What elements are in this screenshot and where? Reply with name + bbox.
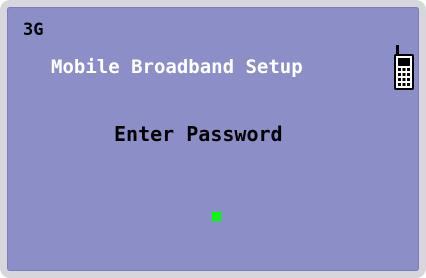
device-screen: 3G Mobile Broadband Setup Enter Password bbox=[7, 7, 419, 271]
screen-title: Mobile Broadband Setup bbox=[51, 56, 303, 78]
mobile-phone-icon bbox=[394, 45, 414, 90]
device-frame: 3G Mobile Broadband Setup Enter Password bbox=[0, 0, 426, 278]
password-input-cursor[interactable] bbox=[212, 212, 221, 221]
network-type-indicator: 3G bbox=[23, 20, 44, 40]
password-prompt: Enter Password bbox=[114, 122, 283, 146]
